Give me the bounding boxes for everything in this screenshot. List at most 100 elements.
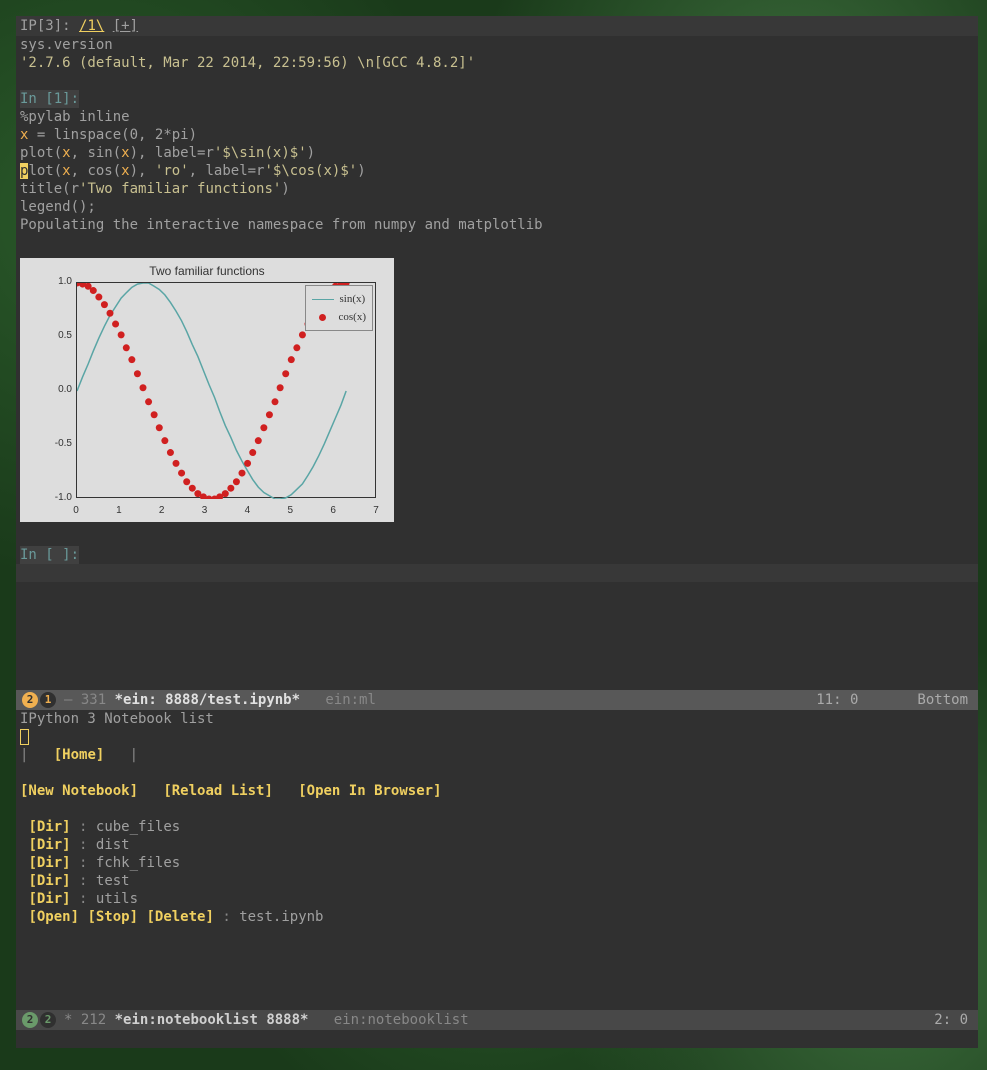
input-prompt-empty[interactable]: In [ ]: — [20, 546, 79, 564]
xtick: 6 — [330, 505, 336, 516]
tab-new[interactable]: [+] — [113, 18, 138, 34]
dir-cube-files[interactable]: cube_files — [96, 819, 180, 835]
empty-cell[interactable] — [16, 564, 978, 582]
colon: : — [71, 819, 96, 835]
mult: 2* — [155, 127, 172, 143]
paren: ) — [189, 127, 197, 143]
home-link[interactable]: [Home] — [54, 747, 105, 763]
dir-link[interactable]: [Dir] — [28, 873, 70, 889]
dir-link[interactable]: [Dir] — [28, 819, 70, 835]
label-kw: , label=r — [189, 163, 265, 179]
legend-cos: cos(x) — [339, 311, 367, 323]
legend-sin: sin(x) — [340, 293, 366, 305]
cursor-hollow — [20, 729, 29, 745]
output-version: '2.7.6 (default, Mar 22 2014, 22:59:56) … — [20, 55, 475, 71]
ytick: -1.0 — [38, 492, 72, 503]
colon: : — [71, 891, 96, 907]
ytick: 0.0 — [38, 384, 72, 395]
paren: ) — [357, 163, 365, 179]
colon: : — [214, 909, 239, 925]
comma: , — [138, 127, 155, 143]
legend-dot-icon — [319, 314, 326, 321]
tab-prefix: IP[3]: — [20, 18, 71, 34]
dir-test[interactable]: test — [96, 873, 130, 889]
code-line-title[interactable]: title(r'Two familiar functions') — [16, 180, 978, 198]
reload-list-button[interactable]: [Reload List] — [163, 783, 273, 799]
mode-position: 11: 0 — [816, 692, 858, 708]
emacs-frame: IP[3]: /1\ [+] sys.version '2.7.6 (defau… — [16, 16, 978, 1048]
tab-active[interactable]: /1\ — [79, 18, 104, 34]
ytick: 0.5 — [38, 330, 72, 341]
code-line-plot-sin[interactable]: plot(x, sin(x), label=r'$\sin(x)$') — [16, 144, 978, 162]
lot: lot( — [28, 163, 62, 179]
minibuffer[interactable] — [16, 1030, 978, 1048]
code-magic[interactable]: %pylab inline — [20, 109, 130, 125]
delete-link[interactable]: [Delete] — [146, 909, 213, 925]
chart-title: Two familiar functions — [20, 264, 394, 278]
mode-major-b: ein:notebooklist — [334, 1010, 469, 1030]
var-x: x — [62, 145, 70, 161]
paren: ) — [281, 181, 289, 197]
mode-buffer-name-b[interactable]: *ein:notebooklist 8888* — [115, 1010, 309, 1030]
modeline-bottom: 2 2 * 212 *ein:notebooklist 8888* ein:no… — [16, 1010, 978, 1030]
mode-position-b: 2: 0 — [934, 1012, 968, 1028]
mode-percent: Bottom — [917, 692, 968, 708]
num-0: 0 — [130, 127, 138, 143]
comma: ), — [130, 163, 155, 179]
code-text: = linspace( — [28, 127, 129, 143]
legend-line-icon — [312, 299, 334, 300]
tab-bar: IP[3]: /1\ [+] — [16, 16, 978, 36]
str-ro: 'ro' — [155, 163, 189, 179]
plot-axes: sin(x) cos(x) — [76, 282, 376, 498]
ytick: 1.0 — [38, 276, 72, 287]
bottom-buffer: IPython 3 Notebook list | [Home] | [New … — [16, 710, 978, 1010]
dir-link[interactable]: [Dir] — [28, 891, 70, 907]
var-x: x — [121, 145, 129, 161]
label-kw: ), label=r — [130, 145, 214, 161]
open-link[interactable]: [Open] — [28, 909, 79, 925]
mode-major: ein:ml — [325, 690, 376, 710]
ytick: -0.5 — [38, 438, 72, 449]
badge-window-2: 2 — [22, 692, 38, 708]
mode-buffer-name[interactable]: *ein: 8888/test.ipynb* — [115, 690, 300, 710]
cos-call: , cos( — [71, 163, 122, 179]
code-legend[interactable]: legend(); — [20, 199, 96, 215]
mode-star: * — [64, 1010, 72, 1030]
xtick: 3 — [202, 505, 208, 516]
colon: : — [71, 837, 96, 853]
title-call: title(r — [20, 181, 79, 197]
matplotlib-figure: Two familiar functions sin(x) cos(x) -1.… — [20, 258, 394, 522]
nblist-heading: IPython 3 Notebook list — [20, 711, 214, 727]
dir-link[interactable]: [Dir] — [28, 855, 70, 871]
xtick: 4 — [245, 505, 251, 516]
mode-linenum-b: 212 — [81, 1010, 106, 1030]
colon: : — [71, 873, 96, 889]
new-notebook-button[interactable]: [New Notebook] — [20, 783, 138, 799]
output-populating: Populating the interactive namespace fro… — [20, 217, 543, 233]
dir-dist[interactable]: dist — [96, 837, 130, 853]
pi: pi — [172, 127, 189, 143]
var-x: x — [62, 163, 70, 179]
dir-fchk-files[interactable]: fchk_files — [96, 855, 180, 871]
xtick: 5 — [288, 505, 294, 516]
plot-call: plot( — [20, 145, 62, 161]
stop-link[interactable]: [Stop] — [87, 909, 138, 925]
str-sin: '$\sin(x)$' — [214, 145, 307, 161]
dir-utils[interactable]: utils — [96, 891, 138, 907]
sin-call: , sin( — [71, 145, 122, 161]
code-line-plot-cos[interactable]: plot(x, cos(x), 'ro', label=r'$\cos(x)$'… — [16, 162, 978, 180]
pipe-left: | — [20, 747, 28, 763]
modeline-top: 2 1 – 331 *ein: 8888/test.ipynb* ein:ml … — [16, 690, 978, 710]
colon: : — [71, 855, 96, 871]
var-x: x — [121, 163, 129, 179]
code-line-linspace[interactable]: x = linspace(0, 2*pi) — [16, 126, 978, 144]
str-cos: '$\cos(x)$' — [264, 163, 357, 179]
open-in-browser-button[interactable]: [Open In Browser] — [298, 783, 441, 799]
badge-window-1: 1 — [40, 692, 56, 708]
xtick: 7 — [373, 505, 379, 516]
top-buffer: IP[3]: /1\ [+] sys.version '2.7.6 (defau… — [16, 16, 978, 690]
mode-linenum: 331 — [81, 690, 106, 710]
file-test-ipynb[interactable]: test.ipynb — [239, 909, 323, 925]
code-sys-version[interactable]: sys.version — [20, 37, 113, 53]
dir-link[interactable]: [Dir] — [28, 837, 70, 853]
